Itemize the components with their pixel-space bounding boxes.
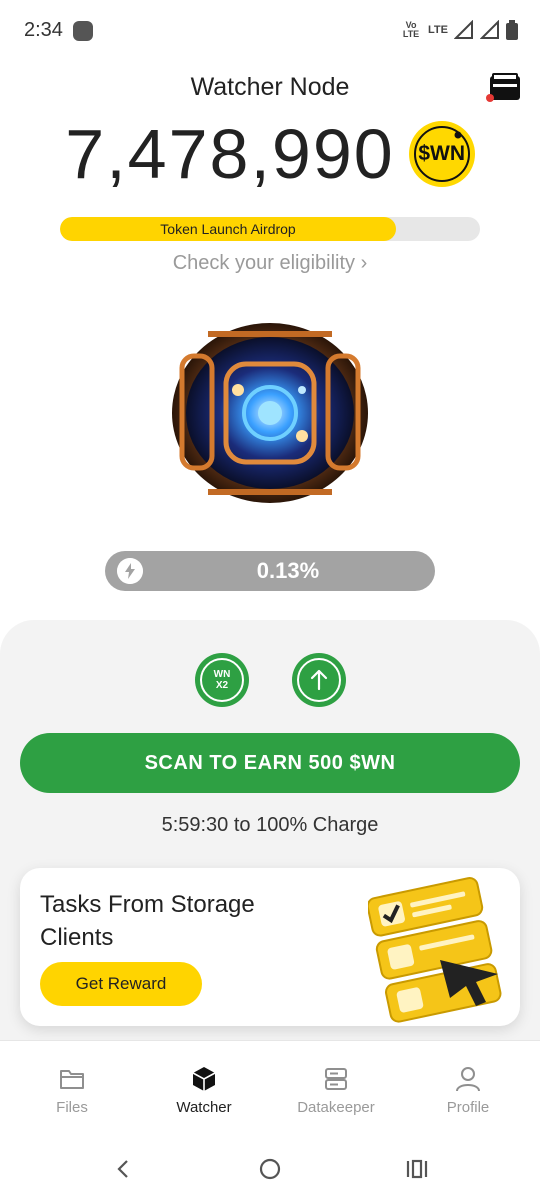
cube-icon [192,1067,216,1091]
bottom-navigation: Files Watcher Datakeeper Profile [0,1040,540,1140]
nav-label-profile: Profile [446,1099,490,1116]
multiplier-line2: X2 [215,680,229,691]
node-orb-image[interactable] [168,320,372,506]
arrow-up-icon [297,658,341,702]
balance-amount: 7,478,990 [65,115,395,193]
nav-item-files[interactable]: Files [12,1065,132,1117]
nav-label-datakeeper: Datakeeper [297,1099,375,1116]
token-symbol: $WN [418,142,466,165]
status-bar: 2:34 Vo LTE LTE [0,0,540,62]
get-reward-button[interactable]: Get Reward [40,962,202,1006]
status-time: 2:34 [24,19,63,41]
tasks-card[interactable]: Tasks From Storage Clients Get Reward [20,868,520,1026]
battery-icon [506,20,518,40]
balance-row: 7,478,990 $WN [0,114,540,194]
status-icons: Vo LTE LTE [400,20,518,40]
multiplier-badge-icon: WN X2 [200,658,244,702]
nav-label-watcher: Watcher [176,1099,232,1116]
charge-progress-pill: 0.13% [105,551,435,591]
tasks-title: Tasks From Storage Clients [40,891,255,951]
check-eligibility-link[interactable]: Check your eligibility › [0,252,540,275]
signal-icon [454,20,473,39]
nav-label-files: Files [56,1099,88,1116]
token-coin-icon: $WN [408,121,475,187]
airdrop-label: Token Launch Airdrop [160,221,296,237]
nav-item-watcher[interactable]: Watcher [144,1065,264,1117]
nav-item-profile[interactable]: Profile [408,1065,528,1117]
lte-indicator: LTE [428,23,448,36]
charge-percent: 0.13% [256,558,320,583]
server-icon [325,1068,347,1090]
signal-icon [480,20,499,39]
wallet-icon [486,73,520,102]
volte-indicator: Vo LTE [402,20,420,39]
multiplier-line1: WN [213,669,231,680]
airdrop-progress-bar[interactable]: Token Launch Airdrop [60,217,480,241]
folder-icon [60,1070,84,1089]
checklist-icon [368,877,502,1023]
scan-to-earn-button[interactable]: SCAN TO EARN 500 $WN [20,733,520,793]
notification-icon [73,21,93,41]
home-icon[interactable] [258,1157,282,1181]
multiplier-boost-button[interactable]: WN X2 [195,653,249,707]
system-navigation-bar [0,1140,540,1199]
upgrade-button[interactable] [292,653,346,707]
page-title: Watcher Node [190,73,350,101]
back-icon[interactable] [112,1158,134,1180]
charge-timer: 5:59:30 to 100% Charge [161,814,379,836]
wallet-button[interactable] [484,72,524,106]
person-icon [456,1067,480,1092]
nav-item-datakeeper[interactable]: Datakeeper [276,1065,396,1117]
recents-icon[interactable] [404,1158,430,1180]
